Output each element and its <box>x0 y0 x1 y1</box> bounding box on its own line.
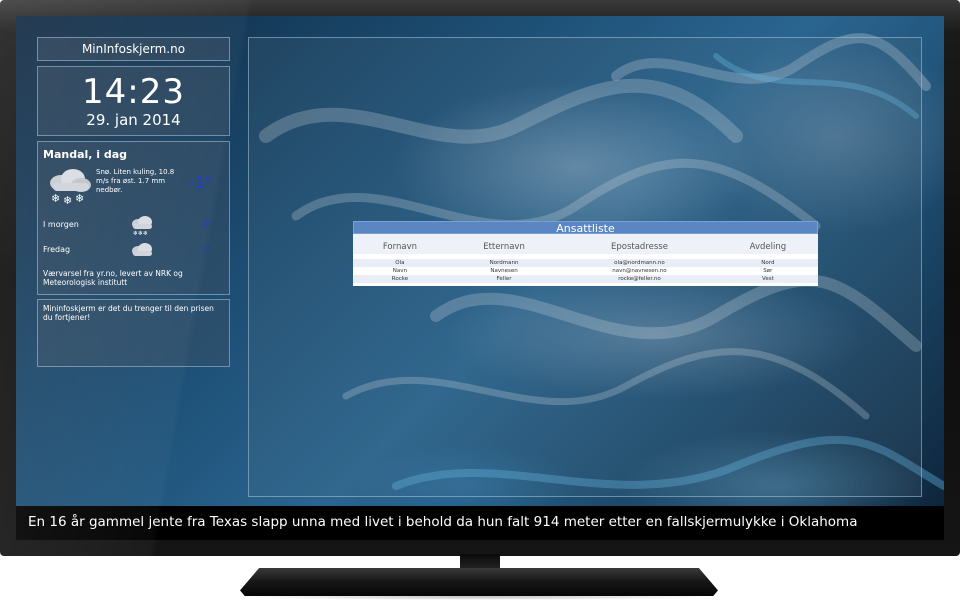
table-cell: rocke@feller.no <box>561 275 718 283</box>
svg-text:❄: ❄ <box>51 192 60 205</box>
weather-panel: Mandal, i dag ❄ ❄ ❄ Snø. Liten kuling, 1… <box>37 141 230 295</box>
promo-text: Mininfoskjerm er det du trenger til den … <box>43 304 214 322</box>
brand-title: MinInfoskjerm.no <box>81 42 186 56</box>
table-row: Rocke Feller rocke@feller.no Vest <box>353 275 818 283</box>
table-cell: Nord <box>717 259 818 267</box>
main-content-pane: Ansattliste Fornavn Etternavn Epostadres… <box>248 37 922 497</box>
staff-list-table: Ansattliste Fornavn Etternavn Epostadres… <box>353 221 818 286</box>
column-header: Epostadresse <box>561 234 718 254</box>
brand-panel: MinInfoskjerm.no <box>37 37 230 61</box>
table-cell: Sør <box>717 267 818 275</box>
table-cell: Vest <box>717 275 818 283</box>
cloud-icon <box>132 243 152 256</box>
weather-today: ❄ ❄ ❄ Snø. Liten kuling, 10.8 m/s fra øs… <box>43 165 224 213</box>
staff-list-title: Ansattliste <box>353 221 818 235</box>
info-screen: MinInfoskjerm.no 14:23 29. jan 2014 Mand… <box>16 16 944 540</box>
table-header-row: Fornavn Etternavn Epostadresse Avdeling <box>353 234 818 254</box>
table-cell: Navn <box>353 267 447 275</box>
table-cell: navn@navnesen.no <box>561 267 718 275</box>
table-cell: Navnesen <box>446 267 562 275</box>
table-cell: Ola <box>353 259 447 267</box>
news-ticker-text: En 16 år gammel jente fra Texas slapp un… <box>28 514 858 530</box>
clock-time: 14:23 <box>82 72 185 112</box>
table-cell: Nordmann <box>446 259 562 267</box>
tv-stand-base <box>240 568 718 596</box>
table-row: Navn Navnesen navn@navnesen.no Sør <box>353 267 818 275</box>
tv-stand-shadow <box>240 594 718 600</box>
clock-panel: 14:23 29. jan 2014 <box>37 66 230 136</box>
forecast-temperature: -2° <box>200 220 212 229</box>
table-cell: ola@nordmann.no <box>561 259 718 267</box>
clock-date: 29. jan 2014 <box>86 111 181 129</box>
column-header: Etternavn <box>446 234 562 254</box>
weather-today-description: Snø. Liten kuling, 10.8 m/s fra øst. 1.7… <box>96 168 175 194</box>
snow-cloud-icon: ❄ ❄ ❄ <box>50 169 91 205</box>
table-row: Ola Nordmann ola@nordmann.no Nord <box>353 259 818 267</box>
news-ticker: En 16 år gammel jente fra Texas slapp un… <box>16 506 944 540</box>
forecast-row-tomorrow: I morgen ❄❄❄ -2° <box>43 213 224 238</box>
table-cell: Rocke <box>353 275 447 283</box>
table-cell: Feller <box>446 275 562 283</box>
staff-table: Fornavn Etternavn Epostadresse Avdeling … <box>353 234 818 283</box>
forecast-row-friday: Fredag -1° <box>43 238 224 263</box>
column-header: Fornavn <box>353 234 447 254</box>
forecast-day: I morgen <box>43 220 79 229</box>
weather-credit: Værvarsel fra yr.no, levert av NRK og Me… <box>43 269 183 287</box>
weather-today-temperature: -1° <box>189 174 212 192</box>
promo-panel: Mininfoskjerm er det du trenger til den … <box>37 299 230 367</box>
svg-text:❄: ❄ <box>75 192 84 205</box>
weather-location: Mandal, i dag <box>43 148 128 161</box>
forecast-day: Fredag <box>43 245 71 254</box>
forecast-temperature: -1° <box>200 245 212 254</box>
column-header: Avdeling <box>717 234 818 254</box>
snow-cloud-icon: ❄❄❄ <box>132 216 152 235</box>
svg-text:❄: ❄ <box>63 194 72 205</box>
svg-text:❄❄❄: ❄❄❄ <box>133 230 148 235</box>
